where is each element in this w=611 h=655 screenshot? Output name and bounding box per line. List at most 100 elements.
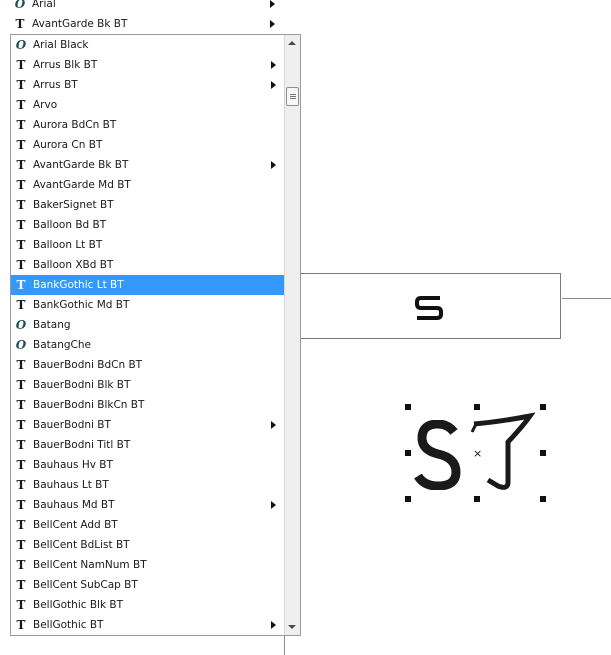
font-name: BankGothic Lt BT [33,279,124,291]
font-list-item[interactable]: T Bauhaus Lt BT [11,475,284,495]
font-list-item[interactable]: T BauerBodni BdCn BT [11,355,284,375]
truetype-icon: T [16,118,26,132]
font-list-item[interactable]: T Arrus Blk BT [11,55,284,75]
truetype-icon: T [16,598,26,612]
font-list-item[interactable]: T BauerBodni BlkCn BT [11,395,284,415]
truetype-icon: T [16,138,26,152]
font-list-item[interactable]: T BellCent Add BT [11,515,284,535]
font-list-item[interactable]: T BellGothic Blk BT [11,595,284,615]
truetype-icon: T [16,78,26,92]
truetype-icon: T [16,618,26,632]
font-name: BellGothic Blk BT [33,599,124,611]
resize-handle-tm[interactable] [474,404,480,410]
font-name: BellCent SubCap BT [33,579,138,591]
font-list-item[interactable]: T BauerBodni Blk BT [11,375,284,395]
resize-handle-tr[interactable] [540,404,546,410]
font-list-item[interactable]: T BankGothic Md BT [11,295,284,315]
scrollbar-thumb[interactable] [286,87,299,106]
scroll-down-arrow-icon[interactable] [288,625,296,629]
font-name: Batang [33,319,71,331]
font-name: BankGothic Md BT [33,299,130,311]
truetype-icon: T [16,558,26,572]
resize-handle-mr[interactable] [540,450,546,456]
font-list-item[interactable]: O BatangChe [11,335,284,355]
font-list-item[interactable]: T BellCent SubCap BT [11,575,284,595]
recent-font-item[interactable]: O Arial [10,0,283,14]
font-list-item[interactable]: T Aurora Cn BT [11,135,284,155]
font-list-item[interactable]: T BauerBodni Titl BT [11,435,284,455]
recent-font-item[interactable]: T AvantGarde Bk BT [10,14,283,34]
resize-handle-ml[interactable] [405,450,411,456]
font-name: Balloon Lt BT [33,239,103,251]
font-name: Arial Black [33,39,89,51]
truetype-icon: T [16,518,26,532]
resize-handle-br[interactable] [540,496,546,502]
truetype-icon: T [16,478,26,492]
font-list-item[interactable]: T BellGothic BT [11,615,284,635]
font-name: Bauhaus Md BT [33,499,115,511]
font-name: Arial [32,0,56,10]
font-list-item[interactable]: T BellCent NamNum BT [11,555,284,575]
opentype-icon: O [14,0,26,11]
truetype-icon: T [16,578,26,592]
opentype-icon: O [15,38,27,52]
font-list-item[interactable]: T Balloon Lt BT [11,235,284,255]
submenu-arrow-icon [270,0,275,8]
font-list-item[interactable]: T Balloon XBd BT [11,255,284,275]
truetype-icon: T [16,358,26,372]
font-list-item[interactable]: T BankGothic Lt BT [11,275,284,295]
font-list-item[interactable]: T Bauhaus Hv BT [11,455,284,475]
font-list-item[interactable]: T BauerBodni BT [11,415,284,435]
submenu-arrow-icon [271,61,276,69]
font-list-item[interactable]: O Arial Black [11,35,284,55]
submenu-arrow-icon [271,81,276,89]
truetype-icon: T [16,438,26,452]
font-list-item[interactable]: O Batang [11,315,284,335]
font-list-item[interactable]: T BellCent BdList BT [11,535,284,555]
font-list-item[interactable]: T AvantGarde Md BT [11,175,284,195]
submenu-arrow-icon [271,161,276,169]
submenu-arrow-icon [271,621,276,629]
truetype-icon: T [16,278,26,292]
font-name: BellCent BdList BT [33,539,130,551]
font-name: Arvo [33,99,58,111]
font-list-item[interactable]: T Arrus BT [11,75,284,95]
opentype-icon: O [15,318,27,332]
font-name: Balloon Bd BT [33,219,107,231]
resize-handle-tl[interactable] [405,404,411,410]
truetype-icon: T [16,498,26,512]
recent-fonts-section: O Arial T AvantGarde Bk BT [10,0,300,34]
truetype-icon: T [16,258,26,272]
center-marker-icon[interactable]: × [473,448,482,459]
font-list-item[interactable]: T Bauhaus Md BT [11,495,284,515]
submenu-arrow-icon [270,20,275,28]
font-name: AvantGarde Md BT [33,179,131,191]
truetype-icon: T [16,378,26,392]
resize-handle-bl[interactable] [405,496,411,502]
truetype-icon: T [16,538,26,552]
font-name: BatangChe [33,339,91,351]
canvas-guide-line [284,633,285,655]
font-name: Bauhaus Hv BT [33,459,113,471]
truetype-icon: T [16,98,26,112]
font-dropdown-list[interactable]: O Arial Black T Arrus Blk BT T Arrus BT T Arvo T… [10,34,301,636]
scroll-up-arrow-icon[interactable] [288,41,296,45]
font-list-item[interactable]: T Aurora BdCn BT [11,115,284,135]
list-scrollbar[interactable] [284,35,300,635]
font-name: Balloon XBd BT [33,259,114,271]
font-list-item[interactable]: T Arvo [11,95,284,115]
font-name: BauerBodni BT [33,419,111,431]
canvas-guide-line [562,298,611,299]
submenu-arrow-icon [271,421,276,429]
font-name: Aurora Cn BT [33,139,103,151]
font-list-item[interactable]: T AvantGarde Bk BT [11,155,284,175]
font-list-item[interactable]: T Balloon Bd BT [11,215,284,235]
resize-handle-bm[interactable] [474,496,480,502]
font-name: Arrus BT [33,79,78,91]
font-list-item[interactable]: T BakerSignet BT [11,195,284,215]
text-object-glyph-s[interactable] [412,420,464,490]
truetype-icon: T [16,218,26,232]
font-name: BakerSignet BT [33,199,114,211]
truetype-icon: T [16,58,26,72]
font-name: BellCent Add BT [33,519,118,531]
